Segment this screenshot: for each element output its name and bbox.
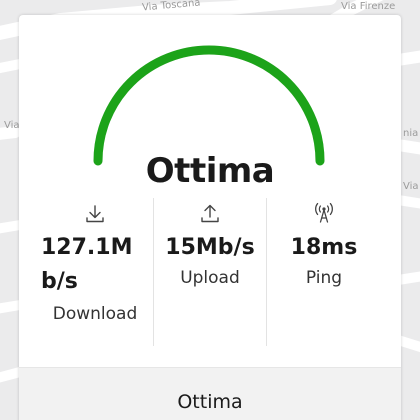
result-footer-button[interactable]: Ottima	[19, 367, 401, 420]
ping-stat: 18ms Ping	[267, 198, 381, 288]
upload-icon	[154, 198, 266, 224]
footer-label: Ottima	[177, 391, 243, 413]
download-icon	[37, 198, 153, 224]
download-stat: 127.1Mb/s Download	[37, 198, 153, 324]
antenna-signal-icon	[267, 198, 381, 224]
gauge-track	[93, 45, 325, 166]
ping-label: Ping	[305, 268, 343, 288]
speed-result-card: Ottima 127.1Mb/s Download 15Mb/s Upload	[19, 15, 401, 420]
map-street-label: nia	[403, 128, 419, 139]
map-street-label: Via M	[403, 181, 420, 192]
upload-stat: 15Mb/s Upload	[154, 198, 266, 288]
download-label: Download	[52, 304, 138, 324]
ping-value: 18ms	[290, 235, 358, 260]
map-street-label: Via	[4, 120, 20, 131]
upload-label: Upload	[180, 268, 240, 288]
gauge-arc	[93, 45, 325, 166]
quality-title: Ottima	[145, 151, 275, 191]
upload-value: 15Mb/s	[165, 235, 255, 260]
map-street-label: Via Firenze	[341, 1, 396, 12]
download-value: 127.1Mb/s	[41, 235, 133, 294]
speed-stats: 127.1Mb/s Download 15Mb/s Upload 18ms Pi…	[19, 198, 401, 348]
